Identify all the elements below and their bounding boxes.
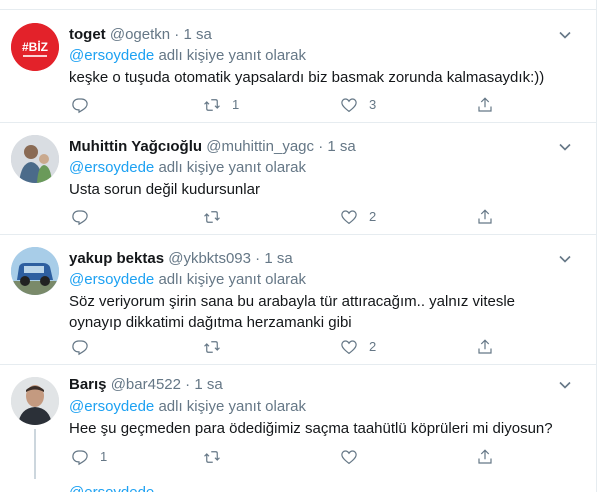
retweet-icon	[204, 99, 220, 111]
retweet-icon	[204, 341, 220, 353]
share-icon	[478, 209, 492, 224]
like-count: 3	[369, 97, 377, 112]
avatar[interactable]: #BİZ	[11, 23, 59, 71]
reply-button[interactable]	[71, 207, 100, 227]
tweet-text: Söz veriyorum şirin sana bu arabayla tür…	[69, 293, 516, 331]
share-button[interactable]	[476, 95, 494, 115]
like-button[interactable]: 3	[340, 95, 376, 115]
separator-dot: ·	[185, 376, 191, 393]
timestamp[interactable]: 1 sa	[183, 26, 211, 43]
like-button[interactable]	[340, 447, 369, 467]
reply-context: @ersoydede adlı kişiye yanıt olarak	[69, 46, 306, 66]
avatar[interactable]	[11, 135, 59, 183]
reply-context: @ersoydede adlı kişiye yanıt olarak	[69, 158, 306, 178]
display-name[interactable]: Muhittin Yağcıoğlu	[69, 138, 202, 155]
caret-down-icon[interactable]	[558, 252, 572, 266]
reply-icon	[72, 450, 88, 466]
mention-link[interactable]: @ersoydede	[69, 398, 154, 415]
action-bar: 1	[69, 447, 509, 467]
avatar-logo-image: #BİZ	[11, 23, 59, 71]
tweet[interactable]: Barış @bar4522 · 1 sa @ersoydede adlı ki…	[0, 365, 596, 492]
avatar[interactable]	[11, 247, 59, 295]
reply-prefix: adlı kişiye yanıt olarak	[158, 47, 307, 64]
retweet-button[interactable]	[203, 447, 232, 467]
top-divider	[0, 0, 597, 10]
share-button[interactable]	[476, 337, 494, 357]
avatar-car-photo	[11, 247, 59, 295]
thread-line	[34, 429, 36, 479]
mention-link[interactable]: @ersoydede	[69, 47, 154, 64]
avatar[interactable]	[11, 377, 59, 425]
avatar-photo	[11, 135, 59, 183]
retweet-count: 1	[232, 97, 240, 112]
tweet-header: Muhittin Yağcıoğlu @muhittin_yagc · 1 sa	[69, 137, 356, 157]
retweet-button[interactable]: 1	[203, 95, 239, 115]
display-name[interactable]: yakup bektas	[69, 250, 164, 267]
tweet[interactable]: yakup bektas @ykbkts093 · 1 sa @ersoyded…	[0, 235, 596, 365]
share-icon	[478, 449, 492, 464]
reply-icon	[72, 340, 88, 356]
action-bar: 1 3	[69, 95, 509, 115]
retweet-button[interactable]	[203, 337, 232, 357]
reply-context: @ersoydede adlı kişiye yanıt olarak	[69, 270, 306, 290]
tweet-text: Hee şu geçmeden para ödediğimiz saçma ta…	[69, 420, 553, 437]
action-bar: 2	[69, 337, 509, 357]
reply-count: 1	[100, 449, 108, 464]
reply-button[interactable]: 1	[71, 447, 107, 467]
user-handle[interactable]: @ogetkn	[110, 26, 170, 43]
reply-prefix: adlı kişiye yanıt olarak	[158, 159, 307, 176]
tweet-header: Barış @bar4522 · 1 sa	[69, 375, 223, 395]
reply-prefix: adlı kişiye yanıt olarak	[158, 398, 307, 415]
timestamp[interactable]: 1 sa	[194, 376, 222, 393]
avatar-photo	[11, 377, 59, 425]
reply-prefix: adlı kişiye yanıt olarak	[158, 271, 307, 288]
like-icon	[341, 210, 357, 225]
reply-icon	[72, 98, 88, 114]
timestamp[interactable]: 1 sa	[327, 138, 355, 155]
tweet-header: toget @ogetkn · 1 sa	[69, 25, 212, 45]
avatar-logo-text: #BİZ	[22, 39, 48, 54]
like-button[interactable]: 2	[340, 337, 376, 357]
reply-button[interactable]	[71, 337, 100, 357]
tweet-header: yakup bektas @ykbkts093 · 1 sa	[69, 249, 293, 269]
tweet-text: keşke o tuşuda otomatik yapsalardı biz b…	[69, 69, 545, 86]
user-handle[interactable]: @bar4522	[111, 376, 181, 393]
share-button[interactable]	[476, 207, 494, 227]
like-icon	[341, 98, 357, 113]
reply-context: @ersoydede adlı kişiye yanıt olarak	[69, 397, 306, 417]
like-button[interactable]: 2	[340, 207, 376, 227]
like-icon	[341, 340, 357, 355]
user-handle[interactable]: @muhittin_yagc	[206, 138, 314, 155]
tweet[interactable]: Muhittin Yağcıoğlu @muhittin_yagc · 1 sa…	[0, 123, 596, 235]
like-count: 2	[369, 339, 377, 354]
retweet-icon	[204, 211, 220, 223]
share-icon	[478, 97, 492, 112]
retweet-icon	[204, 451, 220, 463]
user-handle[interactable]: @ykbkts093	[168, 250, 251, 267]
action-bar: 2	[69, 207, 509, 227]
retweet-button[interactable]	[203, 207, 232, 227]
share-button[interactable]	[476, 447, 494, 467]
like-icon	[341, 450, 357, 465]
tweet-text: Usta sorun değil kudursunlar	[69, 181, 260, 198]
mention-link[interactable]: @ersoydede	[69, 159, 154, 176]
tweet[interactable]: #BİZ toget @ogetkn · 1 sa @ersoydede adl…	[0, 11, 596, 123]
like-count: 2	[369, 209, 377, 224]
caret-down-icon[interactable]	[558, 140, 572, 154]
display-name[interactable]: toget	[69, 26, 106, 43]
timestamp[interactable]: 1 sa	[264, 250, 292, 267]
display-name[interactable]: Barış	[69, 376, 107, 393]
separator-dot: ·	[174, 26, 180, 43]
next-reply-mention-partial[interactable]: @ersoydede	[69, 484, 154, 492]
separator-dot: ·	[255, 250, 261, 267]
caret-down-icon[interactable]	[558, 378, 572, 392]
caret-down-icon[interactable]	[558, 28, 572, 42]
reply-button[interactable]	[71, 95, 100, 115]
share-icon	[478, 339, 492, 354]
separator-dot: ·	[318, 138, 324, 155]
reply-icon	[72, 210, 88, 226]
mention-link[interactable]: @ersoydede	[69, 271, 154, 288]
